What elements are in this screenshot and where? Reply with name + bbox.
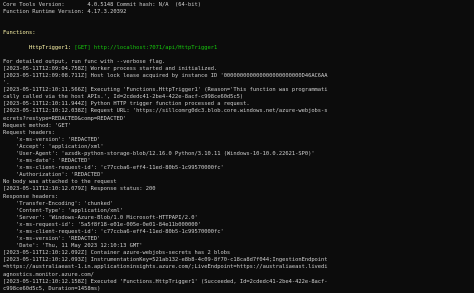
log-line: cally called via the host APIs.', Id=2cd… <box>3 94 244 101</box>
log-line: Response headers: <box>3 193 59 200</box>
log-line: 'x-ms-version': 'REDACTED' <box>3 136 101 143</box>
log-line: 'Authorization': 'REDACTED' <box>3 172 104 179</box>
log-line: ecrets?restype=REDACTED&comp=REDACTED' <box>3 115 127 122</box>
log-line: Request headers: <box>3 129 55 136</box>
terminal-window[interactable]: Core Tools Version: 4.0.5148 Commit hash… <box>0 0 474 293</box>
log-line: [2023-05-11T12:10:12.038Z] Request URL: … <box>3 108 328 115</box>
log-line: [2023-05-11T12:10:12.079Z] Response stat… <box>3 186 156 193</box>
log-line: 'x-ms-client-request-id': 'c77ccba6-eff4… <box>3 229 224 235</box>
log-line: 'Content-Type': 'application/xml' <box>3 207 124 214</box>
log-line: =https://australiaeast-1.in.applicationi… <box>3 264 328 271</box>
log-line: 'Server': 'Windows-Azure-Blob/1.0 Micros… <box>3 214 198 221</box>
core-tools-version: Core Tools Version: 4.0.5148 Commit hash… <box>3 2 201 8</box>
log-line: [2023-05-11T12:09:04.758Z] Worker proces… <box>3 65 218 72</box>
functions-heading: Functions: <box>3 30 36 37</box>
log-line: '. <box>3 80 10 87</box>
log-line: Request method: 'GET' <box>3 122 72 129</box>
log-line: 'Accept': 'application/xml' <box>3 143 104 150</box>
log-line: agnostics.monitor.azure.com/ <box>3 271 94 278</box>
log-line: c998ce60d5c5, Duration=1458ms) <box>3 285 101 292</box>
function-name: HttpTrigger1: <box>28 44 72 51</box>
log-line: [2023-05-11T12:10:12.158Z] Executed 'Fun… <box>3 278 328 285</box>
function-entry: HttpTrigger1: [GET] http://localhost:707… <box>3 45 471 52</box>
log-line: [2023-05-11T12:10:12.092Z] Container azu… <box>3 250 231 257</box>
log-line: [2023-05-11T12:10:12.093Z] Instrumentati… <box>3 257 328 264</box>
log-output: [2023-05-11T12:09:04.758Z] Worker proces… <box>3 66 471 293</box>
log-line: 'User-Agent': 'azsdk-python-storage-blob… <box>3 150 315 157</box>
verbose-hint: For detailed output, run func with --ver… <box>3 58 166 65</box>
function-url[interactable]: http://localhost:7071/api/HttpTrigger1 <box>94 45 217 51</box>
log-line: 'Transfer-Encoding': 'chunked' <box>3 200 114 207</box>
log-line: 'x-ms-client-request-id': 'c77ccba6-eff4… <box>3 165 224 172</box>
log-line: [2023-05-11T12:10:11.566Z] Executing 'Fu… <box>3 87 328 94</box>
log-line: No body was attached to the request <box>3 179 117 186</box>
log-line: 'x-ms-date': 'REDACTED' <box>3 158 91 165</box>
log-line: 'x-ms-request-id': '5a5f8f18-e01e-005e-0… <box>3 221 201 228</box>
log-line: [2023-05-11T12:10:11.944Z] Python HTTP t… <box>3 101 250 108</box>
function-method: [GET] <box>74 44 91 51</box>
runtime-version: Function Runtime Version: 4.17.3.20392 <box>3 9 127 16</box>
log-line: 'Date': 'Thu, 11 May 2023 12:10:13 GMT' <box>3 243 143 250</box>
log-line: 'x-ms-version': 'REDACTED' <box>3 236 101 243</box>
log-line: [2023-05-11T12:09:08.711Z] Host lock lea… <box>3 72 328 79</box>
